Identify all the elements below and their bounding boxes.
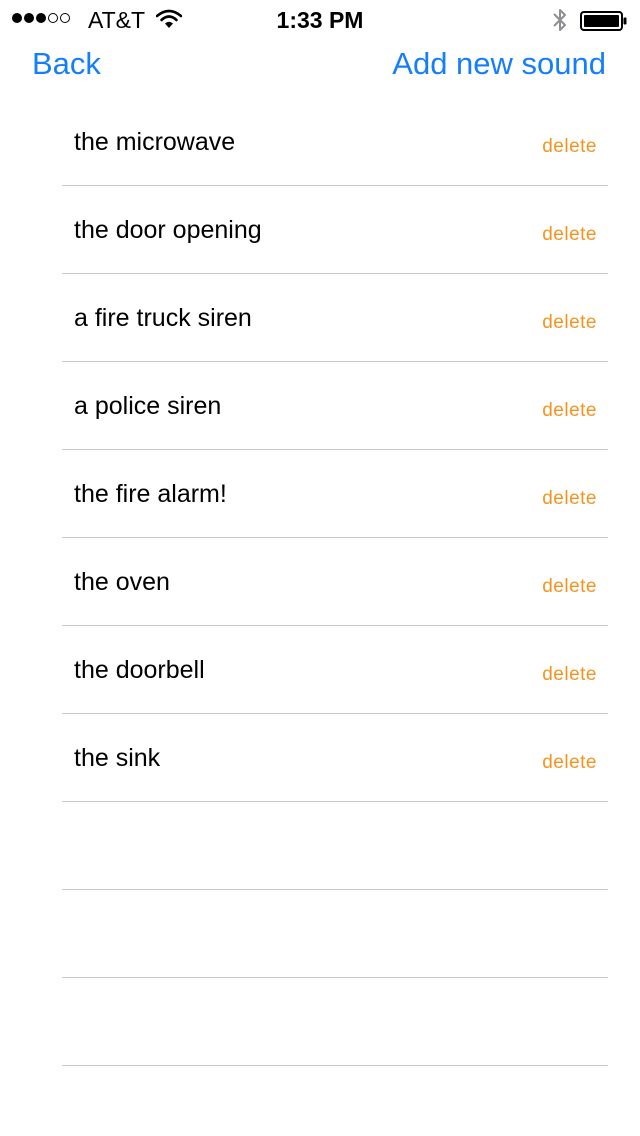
- list-item[interactable]: the fire alarm! delete: [62, 450, 608, 538]
- delete-button[interactable]: delete: [542, 311, 597, 335]
- sound-label: the microwave: [74, 128, 236, 156]
- empty-list-row: [62, 802, 608, 890]
- delete-button[interactable]: delete: [542, 223, 597, 247]
- sound-label: a police siren: [74, 392, 222, 420]
- sound-label: the sink: [74, 744, 161, 772]
- empty-list-row: [62, 978, 608, 1066]
- sound-label: the oven: [74, 568, 170, 596]
- bluetooth-icon: [553, 9, 566, 31]
- list-item[interactable]: the doorbell delete: [62, 626, 608, 714]
- sound-label: the fire alarm!: [74, 480, 227, 508]
- delete-button[interactable]: delete: [542, 663, 597, 687]
- list-item[interactable]: a police siren delete: [62, 362, 608, 450]
- sound-label: the door opening: [74, 216, 262, 244]
- add-new-sound-button[interactable]: Add new sound: [392, 44, 606, 84]
- delete-button[interactable]: delete: [542, 135, 597, 159]
- list-item[interactable]: the door opening delete: [62, 186, 608, 274]
- delete-button[interactable]: delete: [542, 751, 597, 775]
- battery-icon: [580, 11, 627, 31]
- list-item[interactable]: the sink delete: [62, 714, 608, 802]
- list-item[interactable]: a fire truck siren delete: [62, 274, 608, 362]
- delete-button[interactable]: delete: [542, 575, 597, 599]
- delete-button[interactable]: delete: [542, 399, 597, 423]
- sound-label: a fire truck siren: [74, 304, 252, 332]
- empty-list-row: [62, 890, 608, 978]
- delete-button[interactable]: delete: [542, 487, 597, 511]
- status-bar: AT&T 1:33 PM: [0, 0, 640, 40]
- status-time: 1:33 PM: [276, 7, 364, 33]
- list-item[interactable]: the oven delete: [62, 538, 608, 626]
- list-item[interactable]: the microwave delete: [62, 98, 608, 186]
- sound-label: the doorbell: [74, 656, 205, 684]
- sound-list: the microwave delete the door opening de…: [62, 98, 608, 1066]
- back-button[interactable]: Back: [32, 44, 101, 84]
